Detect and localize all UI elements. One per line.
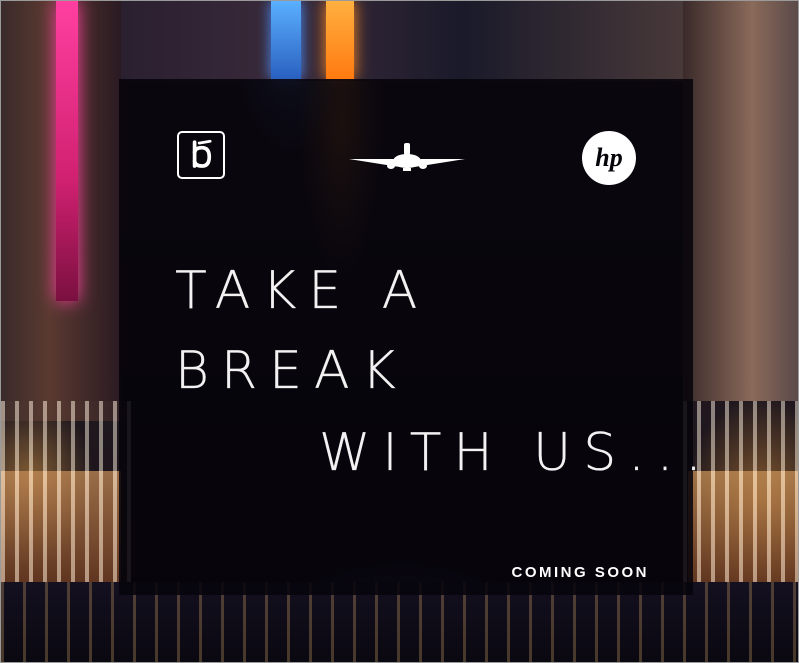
headline-line-2: BREAK	[175, 341, 408, 401]
svg-text:hp: hp	[595, 143, 622, 172]
hp-logo: hp	[582, 131, 636, 185]
airplane-icon	[347, 139, 467, 179]
headline-line-1: TAKE A	[175, 261, 430, 321]
promo-panel: hp TAKE A BREAK WITH US... COMING SOON	[119, 79, 702, 595]
brand-b-logo-icon	[177, 131, 225, 179]
coming-soon-label: COMING SOON	[511, 564, 649, 581]
headline-line-3: WITH US...	[319, 423, 714, 483]
promo-banner: hp TAKE A BREAK WITH US... COMING SOON	[0, 0, 799, 663]
